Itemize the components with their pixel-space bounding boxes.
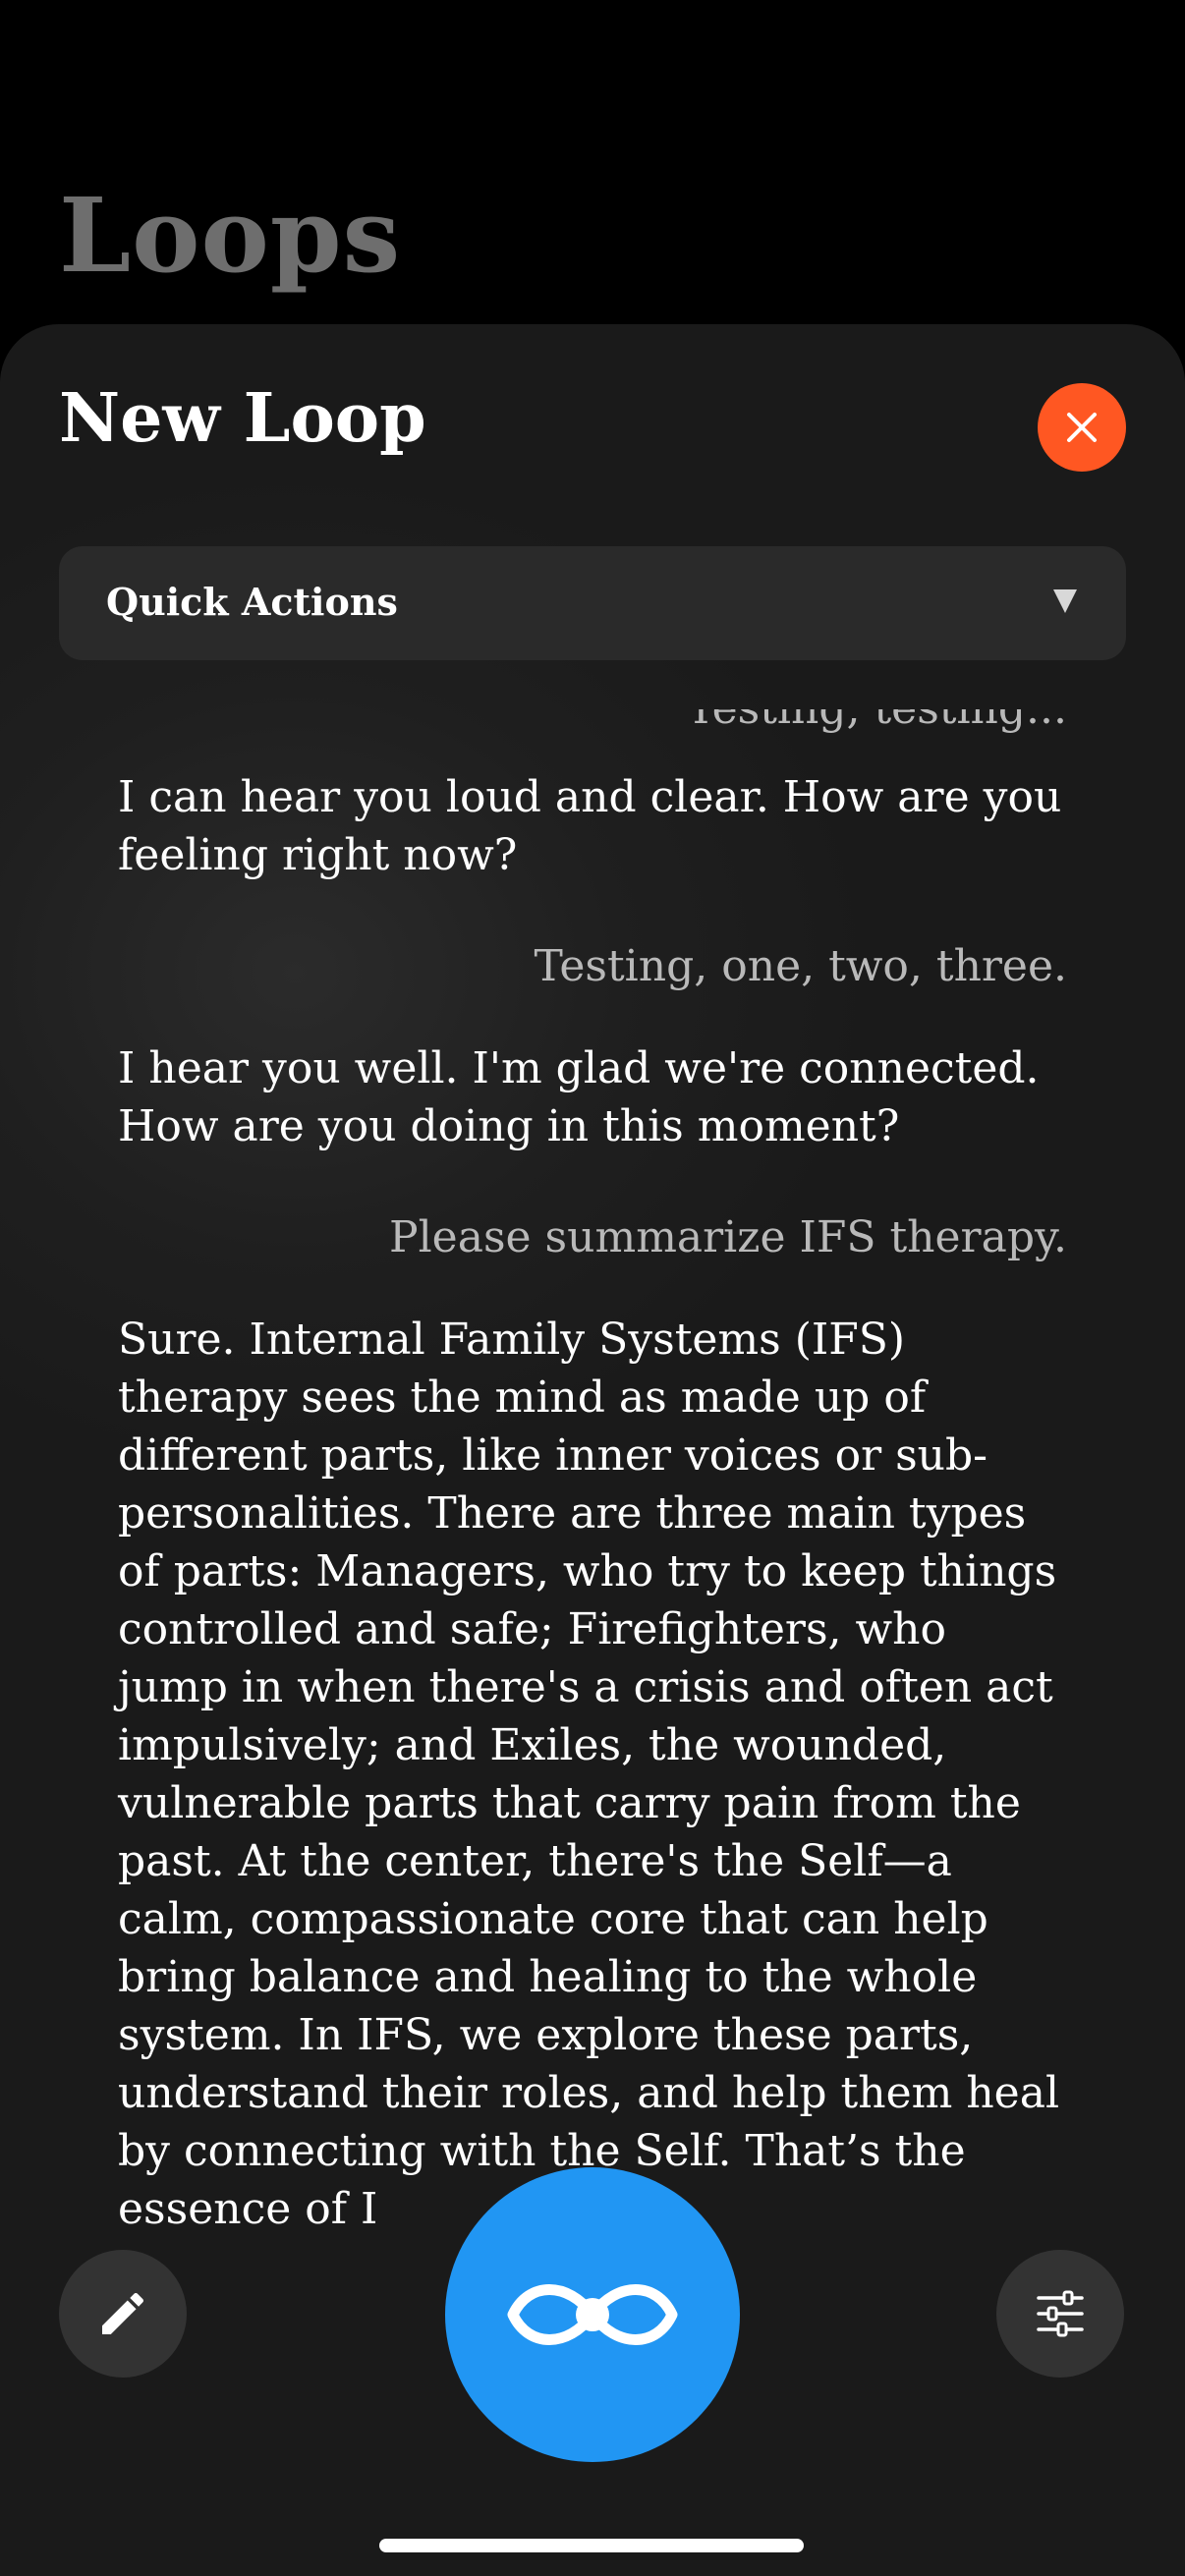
- assistant-message: I hear you well. I'm glad we're connecte…: [118, 1043, 1040, 1151]
- pencil-icon: [102, 2292, 144, 2334]
- home-indicator[interactable]: [379, 2539, 804, 2552]
- user-message: Please summarize IFS therapy.: [389, 1212, 1067, 1262]
- app-title: Loops: [59, 175, 402, 296]
- settings-button[interactable]: [996, 2250, 1124, 2378]
- user-message: Testing, testing...: [118, 709, 1067, 738]
- start-loop-button[interactable]: [445, 2167, 740, 2462]
- user-message: Testing, one, two, three.: [534, 941, 1067, 991]
- sliders-icon: [1037, 2290, 1084, 2337]
- assistant-message: I can hear you loud and clear. How are y…: [118, 772, 1062, 880]
- quick-actions-dropdown[interactable]: Quick Actions: [59, 546, 1126, 660]
- edit-button[interactable]: [59, 2250, 187, 2378]
- triangle-down-icon: [1053, 589, 1077, 613]
- sheet-title: New Loop: [59, 379, 426, 458]
- close-button[interactable]: [1038, 383, 1126, 472]
- close-icon: [1067, 413, 1097, 442]
- infinity-loop-icon: [507, 2284, 678, 2345]
- assistant-message: Sure. Internal Family Systems (IFS) ther…: [118, 1315, 1060, 2234]
- quick-actions-label: Quick Actions: [106, 580, 398, 624]
